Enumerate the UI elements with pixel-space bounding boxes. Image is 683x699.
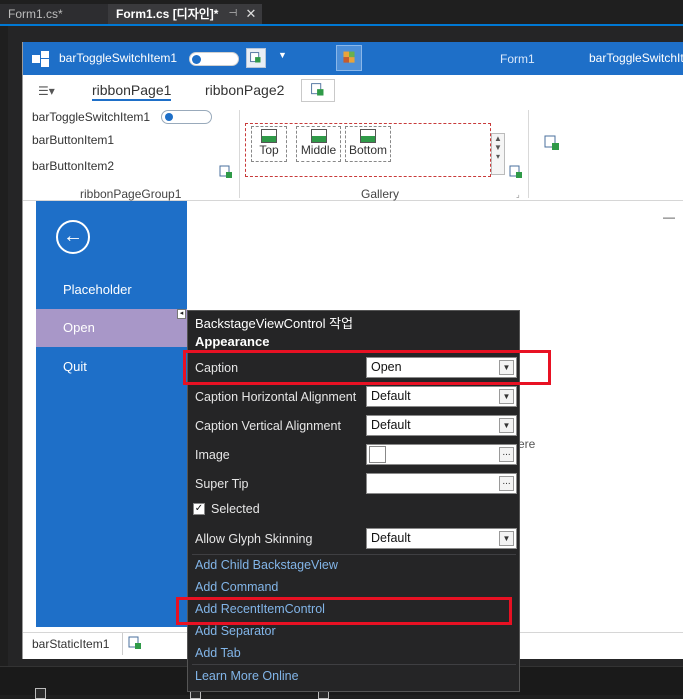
h-align-combo[interactable]: Default ▼ bbox=[366, 386, 517, 407]
pin-icon[interactable]: ⊣ bbox=[226, 4, 240, 24]
ribbon-toggle-switch-label: barToggleSwitchItem1 bbox=[32, 110, 151, 124]
skin-palette-icon bbox=[343, 51, 355, 63]
back-arrow-icon[interactable]: ← bbox=[56, 220, 90, 254]
gallery-caption: Gallery bbox=[361, 187, 400, 201]
qat-add-item-button[interactable] bbox=[246, 48, 266, 68]
bar-button-item-1[interactable]: barButtonItem1 bbox=[32, 133, 114, 147]
image-label: Image bbox=[195, 448, 230, 462]
link-add-separator[interactable]: Add Separator bbox=[195, 624, 276, 638]
chevron-down-icon[interactable]: ▼ bbox=[499, 418, 514, 433]
qat-right-toggle-label: barToggleSwitchItem1 bbox=[589, 51, 683, 65]
gallery-item-middle[interactable]: Middle bbox=[296, 126, 341, 162]
group1-add-item-icon[interactable] bbox=[219, 165, 233, 179]
backstage-item-placeholder[interactable]: Placeholder bbox=[36, 271, 187, 309]
minimize-icon[interactable]: — bbox=[663, 210, 675, 224]
tray-component-icon[interactable] bbox=[35, 688, 46, 699]
app-logo-icon bbox=[32, 51, 49, 67]
panel-divider bbox=[192, 664, 516, 665]
backstage-left-pane bbox=[36, 201, 187, 627]
image-editor[interactable]: ... bbox=[366, 444, 517, 465]
group1-caption: ribbonPageGroup1 bbox=[80, 187, 182, 201]
gallery-item-label: Top bbox=[259, 143, 279, 157]
h-align-value: Default bbox=[371, 389, 411, 403]
glyph-skinning-combo[interactable]: Default ▼ bbox=[366, 528, 517, 549]
bar-static-item-1: barStaticItem1 bbox=[32, 637, 110, 651]
gallery-item-label: Middle bbox=[300, 143, 337, 157]
panel-title: BackstageViewControl 작업 bbox=[195, 316, 354, 331]
chevron-down-icon[interactable]: ▼ bbox=[499, 389, 514, 404]
skin-palette-button[interactable] bbox=[336, 45, 362, 71]
super-tip-editor[interactable]: ... bbox=[366, 473, 517, 494]
status-separator bbox=[122, 633, 123, 655]
smart-tag-glyph-icon[interactable]: ◂ bbox=[177, 309, 186, 319]
panel-section-appearance: Appearance bbox=[195, 334, 270, 349]
layout-middle-icon bbox=[310, 129, 327, 143]
gallery-scroll-buttons[interactable]: ▲ ▼ ▾ bbox=[491, 133, 505, 175]
selected-label: Selected bbox=[211, 502, 260, 516]
add-group-icon[interactable] bbox=[543, 134, 561, 152]
selected-checkbox[interactable]: ✓ bbox=[193, 503, 205, 515]
tab-ribbonpage2[interactable]: ribbonPage2 bbox=[205, 82, 284, 98]
recentitem-highlight-box bbox=[176, 597, 512, 625]
window-title: Form1 bbox=[500, 52, 535, 66]
doc-tab-form1-cs[interactable]: Form1.cs* bbox=[0, 4, 108, 24]
close-icon[interactable]: ✕ bbox=[243, 4, 259, 24]
image-preview bbox=[369, 446, 386, 463]
v-align-combo[interactable]: Default ▼ bbox=[366, 415, 517, 436]
add-page-icon bbox=[311, 83, 324, 96]
ellipsis-button[interactable]: ... bbox=[499, 476, 514, 491]
gallery-item-bottom[interactable]: Bottom bbox=[345, 126, 391, 162]
toggle-knob bbox=[192, 55, 201, 64]
qat-toggle-label: barToggleSwitchItem1 bbox=[59, 51, 178, 65]
ellipsis-button[interactable]: ... bbox=[499, 447, 514, 462]
add-item-icon bbox=[250, 52, 261, 63]
ribbon-toggle-knob bbox=[165, 113, 173, 121]
application-menu-icon[interactable]: ☰▾ bbox=[38, 84, 58, 98]
gallery-add-item-icon[interactable] bbox=[509, 165, 523, 179]
link-add-child-backstageview[interactable]: Add Child BackstageView bbox=[195, 558, 338, 572]
add-page-button[interactable] bbox=[301, 79, 335, 102]
layout-bottom-icon bbox=[360, 129, 376, 143]
link-add-command[interactable]: Add Command bbox=[195, 580, 278, 594]
gallery-item-label: Bottom bbox=[348, 143, 387, 157]
content-peek-text: ere bbox=[518, 437, 536, 451]
glyph-skinning-value: Default bbox=[371, 531, 411, 545]
link-learn-more-online[interactable]: Learn More Online bbox=[195, 669, 299, 683]
tab-ribbonpage1[interactable]: ribbonPage1 bbox=[92, 82, 172, 101]
caption-highlight-box bbox=[183, 350, 551, 385]
chevron-down-icon[interactable]: ▼ bbox=[499, 531, 514, 546]
panel-divider bbox=[192, 554, 516, 555]
glyph-skinning-label: Allow Glyph Skinning bbox=[195, 532, 313, 546]
gallery-item-top[interactable]: Top bbox=[251, 126, 287, 162]
h-align-label: Caption Horizontal Alignment bbox=[195, 390, 357, 404]
super-tip-label: Super Tip bbox=[195, 477, 249, 491]
backstage-item-quit[interactable]: Quit bbox=[36, 348, 187, 386]
group-separator bbox=[239, 110, 240, 198]
bar-button-item-2[interactable]: barButtonItem2 bbox=[32, 159, 114, 173]
group-separator bbox=[528, 110, 529, 198]
layout-top-icon bbox=[261, 129, 277, 143]
v-align-label: Caption Vertical Alignment bbox=[195, 419, 341, 433]
v-align-value: Default bbox=[371, 418, 411, 432]
backstage-item-open[interactable]: Open bbox=[36, 309, 187, 347]
link-add-tab[interactable]: Add Tab bbox=[195, 646, 241, 660]
status-add-item-icon[interactable] bbox=[128, 636, 142, 650]
qat-customize-chevron-icon[interactable]: ▼ bbox=[278, 50, 287, 60]
dialog-launcher-icon[interactable]: ⌟ bbox=[516, 190, 520, 199]
